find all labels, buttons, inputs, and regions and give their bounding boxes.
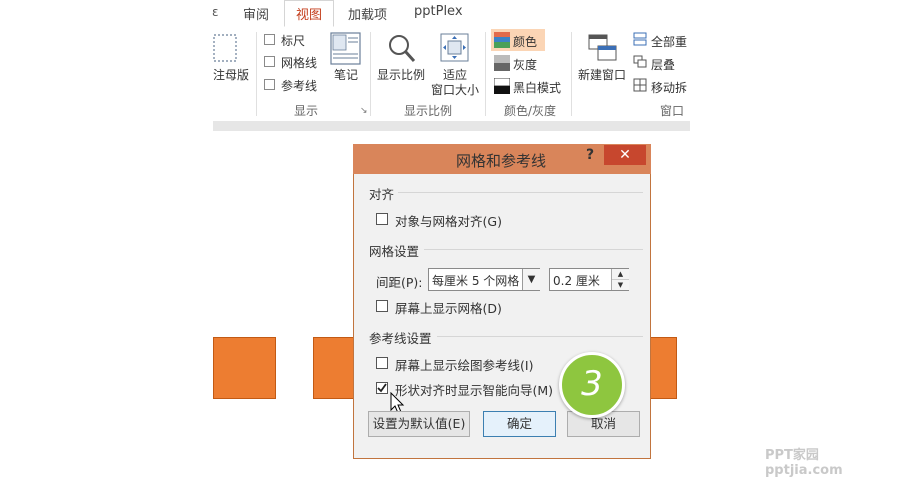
gridlines-label: 网格线 bbox=[281, 56, 318, 70]
spin-up-icon[interactable]: ▲ bbox=[612, 269, 629, 280]
show-guides-checkbox[interactable] bbox=[376, 357, 388, 369]
set-default-button[interactable]: 设置为默认值(E) bbox=[368, 411, 470, 437]
watermark-text: PPT家园 pptjia.com bbox=[765, 448, 843, 478]
smart-guides-checkbox[interactable] bbox=[376, 382, 388, 394]
step-number-badge: 3 bbox=[559, 352, 625, 418]
color-swatch-icon[interactable] bbox=[494, 32, 510, 48]
grayscale-label[interactable]: 灰度 bbox=[513, 56, 537, 73]
move-split-icon[interactable] bbox=[633, 78, 647, 92]
section-divider bbox=[424, 249, 643, 250]
section-divider bbox=[437, 336, 643, 337]
grayscale-icon[interactable] bbox=[494, 55, 510, 71]
black-white-label[interactable]: 黑白模式 bbox=[513, 79, 561, 96]
dialog-title: 网格和参考线 bbox=[456, 152, 547, 170]
tab-view[interactable]: 视图 bbox=[296, 4, 322, 23]
tab-addins[interactable]: 加载项 bbox=[348, 4, 387, 23]
window-group-label: 窗口 bbox=[660, 104, 685, 118]
fit-label-2[interactable]: 窗口大小 bbox=[431, 81, 479, 98]
checkmark-icon bbox=[377, 383, 387, 393]
section-divider bbox=[398, 192, 643, 193]
ribbon-separator bbox=[256, 32, 257, 116]
grid-section-title: 网格设置 bbox=[369, 244, 420, 259]
guides-section-title: 参考线设置 bbox=[369, 331, 432, 346]
cascade-label[interactable]: 层叠 bbox=[651, 56, 675, 73]
spin-down-icon[interactable]: ▼ bbox=[612, 280, 629, 290]
ok-button[interactable]: 确定 bbox=[483, 411, 556, 437]
black-white-icon[interactable] bbox=[494, 78, 510, 94]
show-guides-label: 屏幕上显示绘图参考线(I) bbox=[395, 358, 534, 373]
show-group-label: 显示 bbox=[294, 104, 319, 118]
notes-label[interactable]: 笔记 bbox=[334, 66, 358, 83]
align-section-title: 对齐 bbox=[369, 187, 395, 202]
guides-checkbox[interactable] bbox=[264, 79, 275, 90]
ruler-label: 标尺 bbox=[281, 34, 306, 48]
help-icon[interactable]: ? bbox=[586, 147, 594, 163]
ribbon-separator bbox=[370, 32, 371, 116]
new-window-icon[interactable] bbox=[588, 34, 618, 64]
spacing-label: 间距(P): bbox=[376, 275, 423, 290]
close-button[interactable]: ✕ bbox=[604, 145, 646, 165]
orange-square-shape[interactable] bbox=[313, 337, 355, 399]
color-label[interactable]: 颜色 bbox=[513, 33, 537, 50]
snap-to-grid-label: 对象与网格对齐(G) bbox=[395, 214, 502, 229]
zoom-label[interactable]: 显示比例 bbox=[377, 66, 425, 83]
show-grid-label: 屏幕上显示网格(D) bbox=[395, 301, 502, 316]
color-group-label: 颜色/灰度 bbox=[504, 104, 557, 118]
notes-master-label[interactable]: 注母版 bbox=[213, 66, 249, 83]
orange-square-shape[interactable] bbox=[213, 337, 276, 399]
chevron-down-icon[interactable]: ▼ bbox=[522, 269, 540, 290]
ribbon-separator bbox=[571, 32, 572, 116]
canvas-top-strip bbox=[213, 121, 690, 131]
show-dialog-launcher-icon[interactable]: ↘ bbox=[360, 106, 368, 116]
spinner-buttons[interactable]: ▲ ▼ bbox=[611, 269, 629, 290]
cascade-icon[interactable] bbox=[633, 55, 647, 69]
guides-label: 参考线 bbox=[281, 79, 318, 93]
move-split-label[interactable]: 移动拆 bbox=[651, 79, 687, 96]
tab-partial[interactable]: ɛ bbox=[212, 5, 219, 19]
ruler-checkbox[interactable] bbox=[264, 34, 275, 45]
ribbon-separator bbox=[485, 32, 486, 116]
spacing-select-value: 每厘米 5 个网格 bbox=[432, 274, 520, 288]
show-grid-checkbox[interactable] bbox=[376, 300, 388, 312]
spacing-value: 0.2 厘米 bbox=[553, 274, 600, 288]
arrange-all-label[interactable]: 全部重 bbox=[651, 33, 687, 50]
notes-master-icon[interactable] bbox=[213, 34, 239, 64]
snap-to-grid-checkbox[interactable] bbox=[376, 213, 388, 225]
zoom-group-label: 显示比例 bbox=[404, 104, 453, 118]
notes-icon[interactable] bbox=[330, 32, 362, 66]
magnifier-icon[interactable] bbox=[387, 33, 417, 65]
tab-review[interactable]: 审阅 bbox=[243, 4, 269, 23]
gridlines-checkbox[interactable] bbox=[264, 56, 275, 67]
fit-to-window-icon[interactable] bbox=[440, 33, 470, 63]
smart-guides-label: 形状对齐时显示智能向导(M) bbox=[395, 383, 554, 398]
new-window-label[interactable]: 新建窗口 bbox=[578, 66, 626, 83]
arrange-all-icon[interactable] bbox=[633, 32, 647, 46]
tab-pptplex[interactable]: pptPlex bbox=[414, 4, 463, 19]
orange-square-shape[interactable] bbox=[650, 337, 677, 399]
